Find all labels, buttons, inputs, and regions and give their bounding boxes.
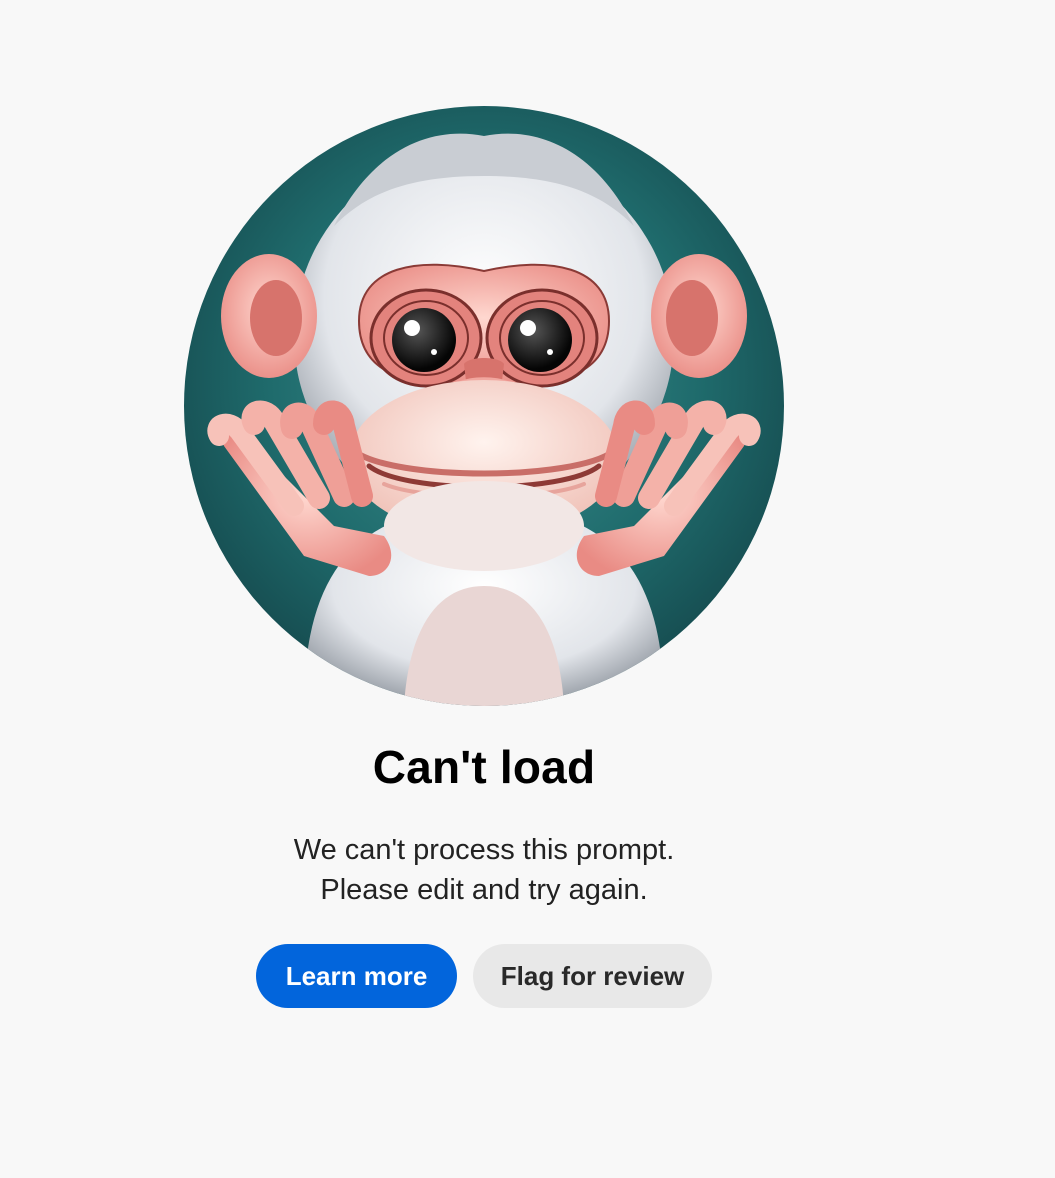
monkey-illustration	[184, 106, 784, 706]
flag-for-review-button[interactable]: Flag for review	[473, 944, 712, 1008]
learn-more-button[interactable]: Learn more	[256, 944, 457, 1008]
error-title: Can't load	[372, 741, 596, 793]
error-message-line-2: Please edit and try again.	[320, 874, 648, 906]
monkey-shrugging-icon	[184, 106, 784, 706]
error-message-line-1: We can't process this prompt.	[293, 834, 675, 866]
action-buttons: Learn more Flag for review	[256, 944, 712, 1008]
error-message: We can't process this prompt. Please edi…	[184, 830, 784, 910]
